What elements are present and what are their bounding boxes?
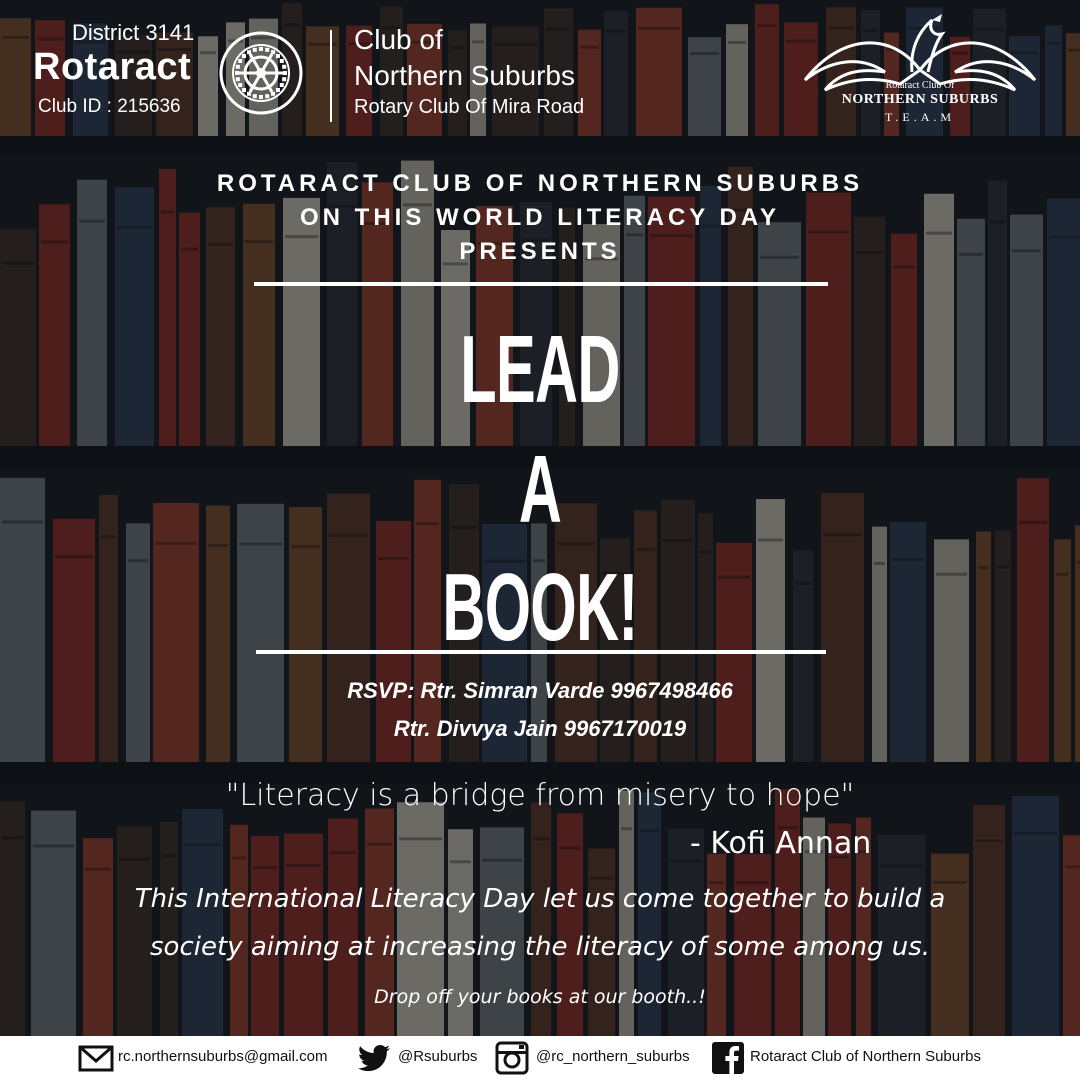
wheel-tooth	[238, 83, 243, 87]
rsvp-line-2: Rtr. Divvya Jain 9967170019	[393, 716, 687, 741]
instagram-handle[interactable]: @rc_northern_suburbs	[536, 1048, 690, 1065]
wheel-tooth	[247, 91, 251, 96]
rotaract-wordmark: Rotaract	[33, 46, 192, 88]
district-label: District 3141	[72, 20, 195, 45]
wheel-tooth	[275, 87, 280, 92]
wheel-tooth	[259, 95, 263, 99]
message-line-1: This International Literacy Day let us c…	[134, 884, 946, 914]
bottom-divider	[256, 650, 826, 654]
club-id: Club ID : 215636	[38, 96, 181, 117]
wheel-tooth	[235, 77, 240, 82]
club-line-1: Club of	[354, 24, 443, 55]
twitter-icon[interactable]	[356, 1040, 392, 1076]
quote-author: - Kofi Annan	[690, 826, 872, 861]
top-divider	[254, 282, 828, 286]
poster: District 3141 Rotaract Club ID : 215636 …	[0, 0, 1080, 1080]
wheel-tooth	[282, 64, 287, 69]
wheel-tooth	[279, 59, 284, 63]
rotary-wheel-icon	[219, 31, 303, 115]
wheel-tooth	[259, 47, 263, 51]
facebook-icon[interactable]	[710, 1040, 746, 1076]
wheel-tooth	[252, 47, 257, 52]
club-line-2: Northern Suburbs	[354, 60, 576, 91]
title-word-3: BOOK!	[442, 554, 638, 661]
dropoff-note: Drop off your books at our booth..!	[374, 986, 706, 1008]
quote-text: "Literacy is a bridge from misery to hop…	[225, 778, 855, 813]
wheel-tooth	[279, 83, 284, 87]
wheel-tooth	[282, 77, 287, 82]
team-logo-subtitle: Rotaract Club Of	[885, 80, 955, 91]
wheel-tooth	[275, 54, 280, 59]
rsvp-line-1: RSVP: Rtr. Simran Varde 9967498466	[347, 678, 733, 703]
wheel-tooth	[283, 71, 287, 75]
wheel-tooth	[242, 54, 247, 59]
headline-line-2: ON THIS WORLD LITERACY DAY	[299, 204, 781, 231]
wheel-tooth	[265, 94, 270, 99]
header-divider	[330, 30, 332, 122]
wheel-tooth	[235, 71, 239, 75]
wheel-tooth	[265, 47, 270, 52]
contact-footer: rc.northernsuburbs@gmail.com @Rsuburbs @…	[0, 1036, 1080, 1080]
wheel-tooth	[235, 64, 240, 69]
wheel-tooth	[247, 50, 251, 55]
team-logo-team: T.E.A.M	[884, 110, 956, 124]
club-line-3: Rotary Club Of Mira Road	[354, 96, 585, 118]
email-link[interactable]: rc.northernsuburbs@gmail.com	[118, 1048, 327, 1065]
wheel-tooth	[242, 87, 247, 92]
mail-icon[interactable]	[78, 1040, 114, 1076]
wheel-tooth	[271, 91, 275, 96]
twitter-handle[interactable]: @Rsuburbs	[398, 1048, 477, 1065]
wheel-tooth	[252, 94, 257, 99]
message-line-2: society aiming at increasing the literac…	[150, 932, 930, 962]
headline-line-1: ROTARACT CLUB OF NORTHERN SUBURBS	[216, 170, 864, 197]
headline-line-3: PRESENTS	[459, 238, 621, 265]
wheel-tooth	[271, 50, 275, 55]
wheel-tooth	[238, 59, 243, 63]
team-logo-name: NORTHERN SUBURBS	[841, 92, 999, 107]
title-word-2: A	[518, 436, 562, 543]
instagram-icon[interactable]	[494, 1040, 530, 1076]
title-word-1: LEAD	[460, 316, 620, 423]
facebook-page[interactable]: Rotaract Club of Northern Suburbs	[750, 1048, 981, 1065]
